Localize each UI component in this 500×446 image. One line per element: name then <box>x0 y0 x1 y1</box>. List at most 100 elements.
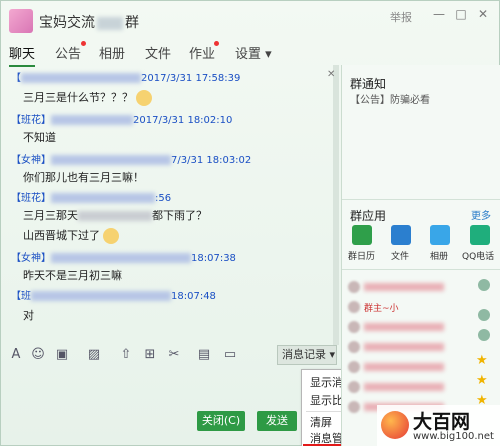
tab-album[interactable]: 相册 <box>99 43 125 62</box>
sender-name: 【 <box>11 73 21 84</box>
message-text: 对 <box>23 309 34 322</box>
tab-homework[interactable]: 作业 <box>189 43 215 62</box>
message-time: 2017/3/31 18:02:10 <box>133 115 233 126</box>
message-time: 2017/3/31 17:58:39 <box>141 73 241 84</box>
group-notice-title: 群通知 <box>350 77 387 91</box>
message-time: 7/3/31 18:03:02 <box>171 155 252 166</box>
member-name <box>364 383 444 391</box>
homework-dot <box>214 41 219 46</box>
message-header: 【班花】 :56 <box>11 189 171 204</box>
image-icon[interactable]: ▨ <box>87 348 101 362</box>
member-item[interactable] <box>348 321 476 333</box>
maximize-icon[interactable]: □ <box>453 7 469 21</box>
message-header: 【女神】 18:07:38 <box>11 249 236 264</box>
message-header: 【 2017/3/31 17:58:39 <box>11 69 240 84</box>
search-icon[interactable] <box>478 279 490 291</box>
screen-share-icon[interactable]: ▭ <box>223 348 237 362</box>
message-content: 三月三那天 <box>23 209 78 222</box>
redacted-text <box>78 211 152 221</box>
sender-name: 【班 <box>11 291 31 302</box>
watermark: 大百网 www.big100.net <box>377 405 500 446</box>
emoji-icon <box>136 90 152 106</box>
more-apps-link[interactable]: 更多 <box>471 207 491 222</box>
sender-name: 【女神】 <box>11 155 51 166</box>
redacted-name <box>51 155 171 165</box>
watermark-brand: 大百网 <box>413 411 471 433</box>
member-item[interactable]: 群主~小 <box>348 301 476 314</box>
message-time: 18:07:38 <box>191 253 236 264</box>
message-header: 【班 18:07:48 <box>11 287 216 302</box>
avatar <box>348 401 360 413</box>
title-prefix: 宝妈交流 <box>39 15 95 31</box>
upload-icon[interactable]: ⇧ <box>119 348 133 362</box>
member-item[interactable] <box>348 381 476 393</box>
app-label: 群日历 <box>348 252 376 262</box>
group-notice-text[interactable]: 【公告】防骗必看 <box>350 91 430 106</box>
message-header: 【女神】 7/3/31 18:03:02 <box>11 151 251 166</box>
sender-name: 【班花】 <box>11 115 51 126</box>
collapse-panel-icon[interactable]: ✕ <box>327 69 335 80</box>
message-text: 三月三那天 都下雨了？ <box>23 207 207 223</box>
message-text: 昨天不是三月初三嘛 <box>23 269 122 282</box>
trash-icon[interactable]: ▤ <box>197 348 211 362</box>
minimize-icon[interactable]: — <box>431 7 447 21</box>
gif-icon[interactable]: ▣ <box>55 348 69 362</box>
close-button[interactable]: 关闭(C) <box>197 411 245 431</box>
font-icon[interactable]: A <box>9 348 23 362</box>
redacted-name <box>21 73 141 83</box>
message-time: :56 <box>155 193 172 204</box>
message-history-button[interactable]: 消息记录 ▾ <box>277 345 337 365</box>
message-content: 三月三是什么节？？？ <box>23 91 133 104</box>
avatar <box>348 361 360 373</box>
member-item[interactable] <box>348 361 476 373</box>
emoji-icon <box>103 228 119 244</box>
member-item[interactable] <box>348 281 476 293</box>
group-apps-title: 群应用 <box>350 209 387 223</box>
sender-name: 【班花】 <box>11 193 51 204</box>
chat-window: 宝妈交流 群 举报 — □ ✕ 聊天 公告 相册 文件 作业 设置 ▾ 【 2017… <box>0 0 500 446</box>
app-label: 相册 <box>430 252 449 262</box>
announcement-dot <box>81 41 86 46</box>
files-app-icon[interactable] <box>391 225 411 245</box>
tab-files[interactable]: 文件 <box>145 43 171 62</box>
redacted-name <box>31 291 171 301</box>
send-button[interactable]: 发送 <box>257 411 297 431</box>
close-icon[interactable]: ✕ <box>475 7 491 21</box>
title-redacted <box>97 16 123 30</box>
title-bar: 宝妈交流 群 举报 — □ ✕ <box>1 1 500 39</box>
person-icon <box>478 309 490 321</box>
avatar <box>348 281 360 293</box>
redacted-name <box>51 115 133 125</box>
screenshot-icon[interactable]: ✂ <box>167 348 181 362</box>
gift-icon[interactable]: ⊞ <box>143 348 157 362</box>
chat-scrollbar[interactable] <box>333 65 339 345</box>
avatar <box>348 301 360 313</box>
report-link[interactable]: 举报 <box>390 9 412 25</box>
app-label: QQ电话 <box>462 252 495 262</box>
phone-app-icon[interactable] <box>470 225 490 245</box>
calendar-app-icon[interactable] <box>352 225 372 245</box>
tab-chat[interactable]: 聊天 <box>9 43 36 67</box>
emoji-picker-icon[interactable]: ☺ <box>31 348 45 362</box>
avatar <box>348 381 360 393</box>
tab-settings[interactable]: 设置 ▾ <box>235 43 272 62</box>
tab-announcement[interactable]: 公告 <box>55 43 81 62</box>
member-name <box>364 343 444 351</box>
message-list[interactable]: 【 2017/3/31 17:58:39 三月三是什么节？？？ 【班花】 2017/… <box>7 65 337 341</box>
menu-clear-screen[interactable]: 清屏 <box>310 414 332 430</box>
member-name <box>364 323 444 331</box>
panel-divider <box>342 199 500 200</box>
panel-divider <box>342 269 500 270</box>
member-item[interactable] <box>348 341 476 353</box>
window-title: 宝妈交流 群 <box>39 12 139 32</box>
brand-logo-icon <box>381 411 409 439</box>
member-name <box>364 283 444 291</box>
group-avatar[interactable] <box>9 9 33 33</box>
avatar <box>348 341 360 353</box>
group-side-panel: 群通知 【公告】防骗必看 群应用 更多 群日历 文件 相册 QQ电话 群主~小 … <box>341 65 500 446</box>
message-text: 三月三是什么节？？？ <box>23 89 152 106</box>
message-text: 你们那儿也有三月三嘛！ <box>23 171 144 184</box>
album-app-icon[interactable] <box>430 225 450 245</box>
input-toolbar: A ☺ ▣ ▨ ⇧ ⊞ ✂ ▤ ▭ 消息记录 ▾ <box>1 344 341 368</box>
star-icon: ★ <box>476 373 488 388</box>
